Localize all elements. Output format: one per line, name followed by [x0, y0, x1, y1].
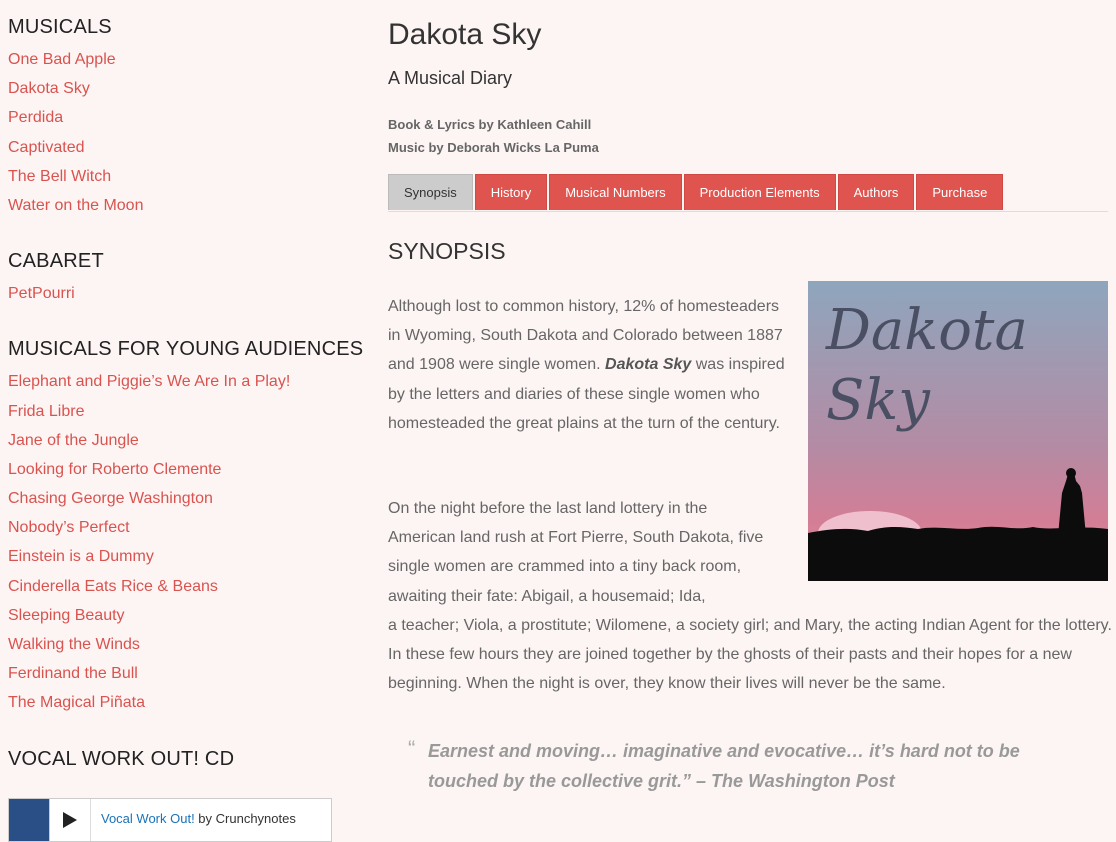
sidebar-link[interactable]: Nobody’s Perfect: [8, 519, 130, 536]
press-quote: “ Earnest and moving… imaginative and ev…: [408, 736, 1088, 796]
player-artist: by Crunchynotes: [194, 811, 296, 826]
player-album-link[interactable]: Vocal Work Out!: [101, 811, 195, 826]
quote-mark-icon: “: [408, 736, 416, 761]
synopsis-paragraph-2: On the night before the last land lotter…: [388, 500, 764, 605]
sidebar: MUSICALS One Bad Apple Dakota Sky Perdid…: [8, 16, 368, 777]
credit-book: Book & Lyrics by Kathleen Cahill: [388, 117, 592, 132]
sidebar-link-bell-witch[interactable]: The Bell Witch: [8, 168, 111, 185]
poster-image: Dakota Sky: [808, 281, 1108, 581]
tab-authors[interactable]: Authors: [837, 174, 915, 210]
sidebar-link[interactable]: Elephant and Piggie’s We Are In a Play!: [8, 373, 290, 390]
album-thumbnail[interactable]: [9, 799, 50, 841]
synopsis-paragraph-1: Although lost to common history, 12% of …: [388, 292, 793, 438]
main-content: Dakota Sky A Musical Diary Book & Lyrics…: [388, 18, 1108, 159]
page-title: Dakota Sky: [388, 18, 542, 51]
sidebar-section-young-audiences: MUSICALS FOR YOUNG AUDIENCES Elephant an…: [8, 338, 368, 717]
sidebar-link-petpourri[interactable]: PetPourri: [8, 285, 75, 302]
audio-player: Vocal Work Out! by Crunchynotes: [8, 798, 332, 842]
sidebar-link[interactable]: Looking for Roberto Clemente: [8, 461, 221, 478]
sidebar-heading: MUSICALS: [8, 16, 112, 38]
sidebar-section-musicals: MUSICALS One Bad Apple Dakota Sky Perdid…: [8, 16, 368, 220]
play-icon: [63, 812, 77, 828]
sidebar-link-dakota-sky[interactable]: Dakota Sky: [8, 80, 90, 97]
tab-history[interactable]: History: [474, 174, 548, 210]
sidebar-heading: CABARET: [8, 250, 104, 273]
poster-title-line2: Sky: [826, 368, 931, 433]
sidebar-link[interactable]: Einstein is a Dummy: [8, 548, 154, 565]
sidebar-link[interactable]: Walking the Winds: [8, 636, 140, 653]
sidebar-link[interactable]: Jane of the Jungle: [8, 432, 139, 449]
sidebar-heading: VOCAL WORK OUT! CD: [8, 747, 235, 770]
sidebar-link-perdida[interactable]: Perdida: [8, 109, 63, 126]
sidebar-link[interactable]: Cinderella Eats Rice & Beans: [8, 578, 218, 595]
sidebar-section-vocal-workout: VOCAL WORK OUT! CD: [8, 748, 368, 771]
quote-text: Earnest and moving… imaginative and evoc…: [428, 741, 1020, 791]
sidebar-link[interactable]: Ferdinand the Bull: [8, 665, 138, 682]
sidebar-link-water-on-the-moon[interactable]: Water on the Moon: [8, 197, 143, 214]
sidebar-section-cabaret: CABARET PetPourri: [8, 250, 368, 308]
sidebar-link[interactable]: Chasing George Washington: [8, 490, 213, 507]
credits: Book & Lyrics by Kathleen Cahill Music b…: [388, 113, 1108, 159]
section-title: SYNOPSIS: [388, 238, 506, 264]
sidebar-link-captivated[interactable]: Captivated: [8, 139, 85, 156]
sidebar-heading: MUSICALS FOR YOUNG AUDIENCES: [8, 338, 364, 361]
sidebar-link-one-bad-apple[interactable]: One Bad Apple: [8, 51, 116, 68]
sidebar-link[interactable]: The Magical Piñata: [8, 694, 145, 711]
poster-art: Dakota Sky: [808, 298, 1108, 581]
credit-music: Music by Deborah Wicks La Puma: [388, 140, 599, 155]
play-button[interactable]: [50, 799, 91, 841]
tab-musical-numbers[interactable]: Musical Numbers: [549, 174, 682, 210]
synopsis-paragraph-2-continued: a teacher; Viola, a prostitute; Wilomene…: [388, 617, 1112, 693]
sidebar-link[interactable]: Frida Libre: [8, 403, 84, 420]
poster-title-line1: Dakota: [825, 298, 1028, 363]
sidebar-link[interactable]: Sleeping Beauty: [8, 607, 125, 624]
tab-bar: Synopsis History Musical Numbers Product…: [388, 174, 1108, 212]
tab-synopsis[interactable]: Synopsis: [388, 174, 473, 210]
tab-production-elements[interactable]: Production Elements: [683, 174, 836, 210]
page-subtitle: A Musical Diary: [388, 68, 513, 88]
show-title-emphasis: Dakota Sky: [605, 356, 692, 374]
tab-purchase[interactable]: Purchase: [916, 174, 1004, 210]
player-track-info: Vocal Work Out! by Crunchynotes: [91, 799, 306, 841]
